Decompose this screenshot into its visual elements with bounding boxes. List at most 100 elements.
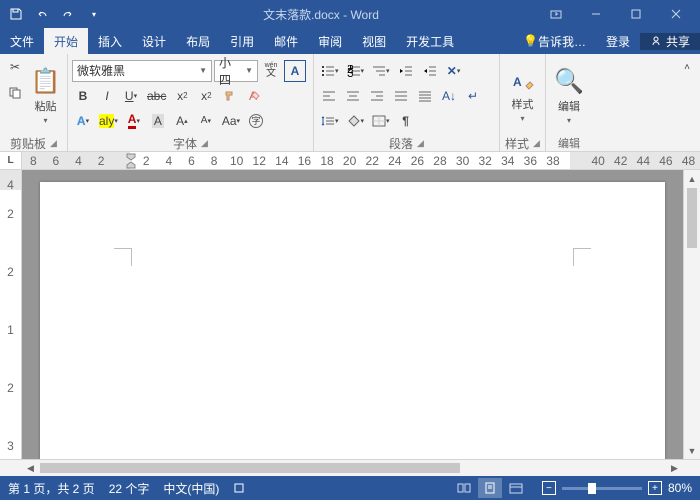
styles-launcher[interactable]: ◢ — [533, 138, 540, 149]
styles-label: 样式 — [512, 96, 534, 112]
font-name-value: 微软雅黑 — [77, 62, 125, 79]
increase-indent-button[interactable] — [419, 60, 441, 82]
redo-button[interactable] — [56, 2, 80, 26]
tab-开始[interactable]: 开始 — [44, 28, 88, 54]
undo-button[interactable] — [30, 2, 54, 26]
qat-customize[interactable]: ▾ — [82, 2, 106, 26]
tab-邮件[interactable]: 邮件 — [264, 28, 308, 54]
copy-button[interactable] — [4, 82, 26, 104]
character-border-button[interactable]: A — [284, 60, 306, 82]
scroll-thumb-h[interactable] — [40, 463, 460, 473]
ribbon-display-options[interactable] — [536, 0, 576, 28]
paragraph-group-label: 段落 — [389, 135, 413, 152]
styles-button[interactable]: A 样式 ▾ — [504, 56, 541, 135]
collapse-ribbon-button[interactable]: ˄ — [676, 56, 698, 78]
login-button[interactable]: 登录 — [596, 33, 640, 50]
web-layout-button[interactable] — [504, 478, 528, 498]
underline-button[interactable]: U ▾ — [120, 85, 142, 107]
show-marks-button[interactable]: ↵ — [462, 85, 484, 107]
indent-marker[interactable] — [126, 152, 136, 169]
tab-文件[interactable]: 文件 — [0, 28, 44, 54]
line-spacing-button[interactable]: ▾ — [318, 110, 342, 132]
margin-corner-icon — [114, 248, 132, 266]
clear-format-button[interactable]: A — [243, 85, 265, 107]
horizontal-ruler[interactable]: L 86422468101214161820222426283032343638… — [0, 152, 700, 170]
margin-corner-icon — [573, 248, 591, 266]
grow-font-button[interactable]: A▴ — [171, 110, 193, 132]
save-button[interactable] — [4, 2, 28, 26]
sort-button[interactable]: A↓ — [438, 85, 460, 107]
editing-button[interactable]: 🔍 编辑 ▾ — [550, 56, 588, 135]
read-mode-button[interactable] — [452, 478, 476, 498]
borders-button[interactable]: ▾ — [369, 110, 393, 132]
tab-插入[interactable]: 插入 — [88, 28, 132, 54]
asian-layout-button[interactable]: ✕▾ — [443, 60, 465, 82]
print-layout-button[interactable] — [478, 478, 502, 498]
tab-视图[interactable]: 视图 — [352, 28, 396, 54]
scroll-right-button[interactable]: ▶ — [666, 460, 683, 477]
scroll-down-button[interactable]: ▼ — [684, 442, 700, 459]
distributed-button[interactable] — [414, 85, 436, 107]
tab-开发工具[interactable]: 开发工具 — [396, 28, 464, 54]
align-justify-button[interactable] — [390, 85, 412, 107]
minimize-button[interactable] — [576, 0, 616, 28]
show-hide-button[interactable]: ¶ — [395, 110, 417, 132]
font-size-combo[interactable]: 小四▼ — [214, 60, 258, 82]
clipboard-launcher[interactable]: ◢ — [50, 138, 57, 149]
word-count[interactable]: 22 个字 — [109, 480, 150, 497]
tab-设计[interactable]: 设计 — [132, 28, 176, 54]
char-shading-button[interactable]: A — [147, 110, 169, 132]
scroll-thumb[interactable] — [687, 188, 697, 248]
align-center-button[interactable] — [342, 85, 364, 107]
tab-审阅[interactable]: 审阅 — [308, 28, 352, 54]
bold-button[interactable]: B — [72, 85, 94, 107]
tab-布局[interactable]: 布局 — [176, 28, 220, 54]
font-launcher[interactable]: ◢ — [201, 138, 208, 149]
shrink-font-button[interactable]: A▾ — [195, 110, 217, 132]
align-left-button[interactable] — [318, 85, 340, 107]
zoom-out-button[interactable]: − — [542, 481, 556, 495]
enclose-char-button[interactable]: 字 — [245, 110, 267, 132]
zoom-slider[interactable] — [562, 487, 642, 490]
maximize-button[interactable] — [616, 0, 656, 28]
horizontal-scrollbar[interactable]: ◀ ▶ — [0, 459, 700, 476]
zoom-in-button[interactable]: + — [648, 481, 662, 495]
decrease-indent-button[interactable] — [395, 60, 417, 82]
share-button[interactable]: 共享 — [640, 33, 700, 50]
font-color-button[interactable]: A▾ — [123, 110, 145, 132]
paste-button[interactable]: 📋 粘贴 ▾ — [28, 56, 63, 135]
font-name-combo[interactable]: 微软雅黑▼ — [72, 60, 212, 82]
subscript-button[interactable]: x2 — [171, 85, 193, 107]
bullets-button[interactable]: ▾ — [318, 60, 342, 82]
record-macro-icon[interactable] — [233, 482, 245, 494]
paragraph-launcher[interactable]: ◢ — [417, 138, 424, 149]
multilevel-list-button[interactable]: ▾ — [369, 60, 393, 82]
font-group-label: 字体 — [173, 135, 197, 152]
superscript-button[interactable]: x2 — [195, 85, 217, 107]
scroll-left-button[interactable]: ◀ — [22, 460, 39, 477]
format-painter-button[interactable] — [219, 85, 241, 107]
vertical-ruler[interactable]: 42212345678 — [0, 170, 22, 459]
align-right-button[interactable] — [366, 85, 388, 107]
tell-me[interactable]: 💡 告诉我… — [513, 33, 596, 50]
scroll-up-button[interactable]: ▲ — [684, 170, 700, 187]
cut-button[interactable]: ✂ — [4, 56, 26, 78]
language-status[interactable]: 中文(中国) — [163, 480, 219, 497]
close-button[interactable] — [656, 0, 696, 28]
text-effects-button[interactable]: A▾ — [72, 110, 94, 132]
page[interactable] — [40, 182, 665, 459]
document-area[interactable] — [22, 170, 683, 459]
tab-引用[interactable]: 引用 — [220, 28, 264, 54]
zoom-level[interactable]: 80% — [668, 481, 692, 495]
zoom-slider-thumb[interactable] — [588, 483, 596, 494]
highlight-button[interactable]: aly▾ — [96, 110, 121, 132]
change-case-button[interactable]: Aa▾ — [219, 110, 243, 132]
page-status[interactable]: 第 1 页，共 2 页 — [8, 480, 95, 497]
numbering-button[interactable]: 123▾ — [344, 60, 368, 82]
phonetic-guide-button[interactable]: wén文 — [260, 60, 282, 82]
italic-button[interactable]: I — [96, 85, 118, 107]
strikethrough-button[interactable]: abc — [144, 85, 169, 107]
ruler-toggle[interactable]: L — [0, 152, 22, 169]
shading-button[interactable]: ▾ — [344, 110, 368, 132]
vertical-scrollbar[interactable]: ▲ ▼ — [683, 170, 700, 459]
